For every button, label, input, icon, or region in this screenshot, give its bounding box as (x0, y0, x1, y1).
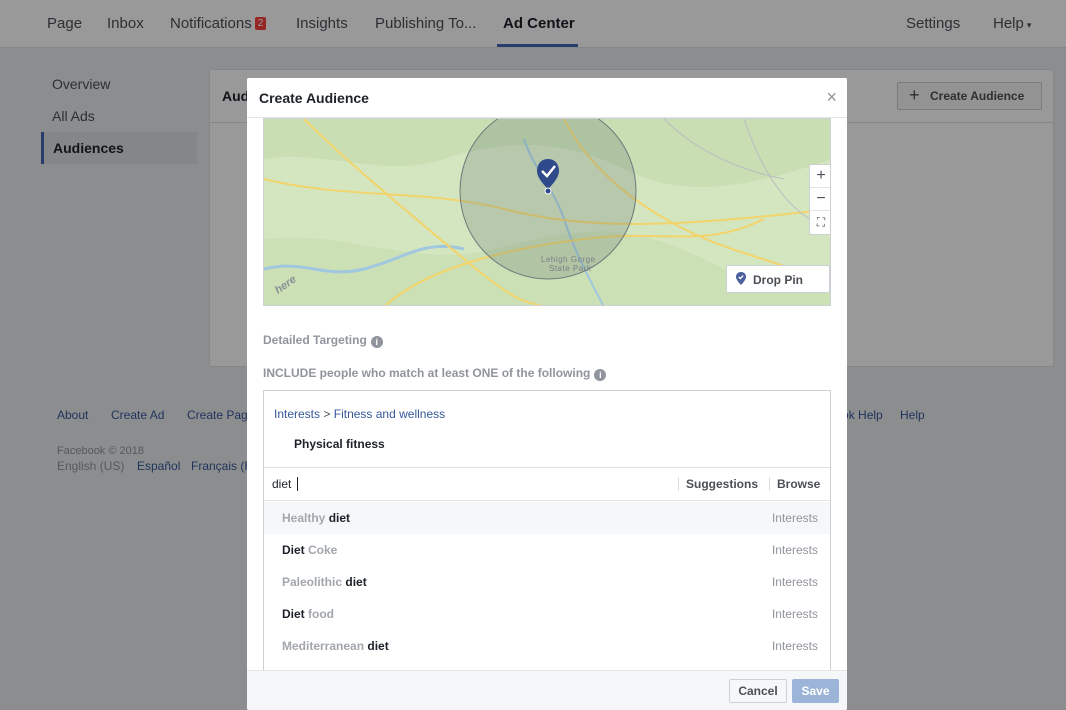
divider (678, 477, 679, 491)
map-place-label-2: State Park (549, 264, 592, 273)
suggestion-suffix: food (304, 607, 334, 621)
detailed-targeting-text: Detailed Targeting (263, 333, 367, 347)
map-place-label: Lehigh Gorge (541, 255, 596, 264)
dialog-title: Create Audience (259, 90, 369, 106)
suggestion-label: Diet food (282, 607, 334, 621)
suggestion-label: Healthy diet (282, 511, 350, 525)
breadcrumb-subcategory[interactable]: Fitness and wellness (334, 407, 445, 421)
suggestion-type: Interests (771, 543, 818, 557)
info-icon[interactable]: i (594, 369, 607, 381)
include-label: INCLUDE people who match at least ONE of… (263, 366, 607, 381)
info-icon[interactable]: i (370, 336, 383, 348)
selected-interest[interactable]: Physical fitness (294, 437, 385, 451)
fit-bounds-button[interactable]: ⛶ (810, 211, 830, 234)
dialog-header: Create Audience × (247, 78, 847, 118)
close-icon[interactable]: × (826, 88, 837, 106)
suggestion-label: Diet Coke (282, 543, 337, 557)
cancel-button[interactable]: Cancel (729, 679, 787, 703)
suggestion-item[interactable]: Paleolithic diet Interests (264, 566, 830, 598)
detailed-targeting-label: Detailed Targeting i (263, 333, 383, 348)
suggestion-type: Interests (771, 575, 818, 589)
suggestion-label: Paleolithic diet (282, 575, 367, 589)
suggestion-match: diet (345, 575, 367, 589)
suggestion-type: Interests (771, 607, 818, 621)
include-label-text: INCLUDE people who match at least ONE of… (263, 366, 591, 380)
suggestion-item[interactable]: Healthy diet Interests (264, 502, 830, 534)
suggestion-type: Interests (771, 511, 818, 525)
suggestion-match: Diet (282, 543, 305, 557)
map-zoom-controls: + − ⛶ (809, 164, 830, 235)
breadcrumb-separator: > (323, 407, 331, 421)
suggestion-item[interactable]: Mediterranean diet Interests (264, 630, 830, 662)
suggestion-label: Mediterranean diet (282, 639, 389, 653)
tab-suggestions[interactable]: Suggestions (686, 477, 758, 491)
interest-breadcrumb: Interests > Fitness and wellness (274, 407, 445, 421)
suggestion-suffix: Coke (304, 543, 338, 557)
suggestion-match: diet (328, 511, 351, 525)
suggestion-type: Interests (771, 639, 818, 653)
drop-pin-button[interactable]: Drop Pin (726, 265, 830, 293)
suggestion-item[interactable]: Diet food Interests (264, 598, 830, 630)
zoom-in-button[interactable]: + (810, 165, 830, 188)
suggestion-match: diet (367, 639, 389, 653)
targeting-search-input[interactable] (272, 477, 662, 491)
dialog-footer: Cancel Save (247, 670, 847, 710)
drop-pin-label: Drop Pin (753, 273, 803, 287)
suggestion-prefix: Healthy (282, 511, 329, 525)
targeting-search-row: Suggestions Browse (264, 467, 830, 501)
create-audience-dialog: Lehigh Gorge State Park here + − ⛶ Drop … (247, 78, 847, 710)
zoom-out-button[interactable]: − (810, 188, 830, 211)
tab-browse[interactable]: Browse (777, 477, 820, 491)
pin-icon (736, 272, 746, 285)
suggestion-prefix: Mediterranean (282, 639, 368, 653)
suggestion-item[interactable]: Diet Coke Interests (264, 534, 830, 566)
text-cursor (297, 477, 298, 491)
divider (769, 477, 770, 491)
save-button[interactable]: Save (792, 679, 839, 703)
breadcrumb-category[interactable]: Interests (274, 407, 320, 421)
targeting-box: Interests > Fitness and wellness Physica… (263, 390, 831, 690)
suggestion-prefix: Paleolithic (282, 575, 346, 589)
suggestion-match: Diet (282, 607, 305, 621)
